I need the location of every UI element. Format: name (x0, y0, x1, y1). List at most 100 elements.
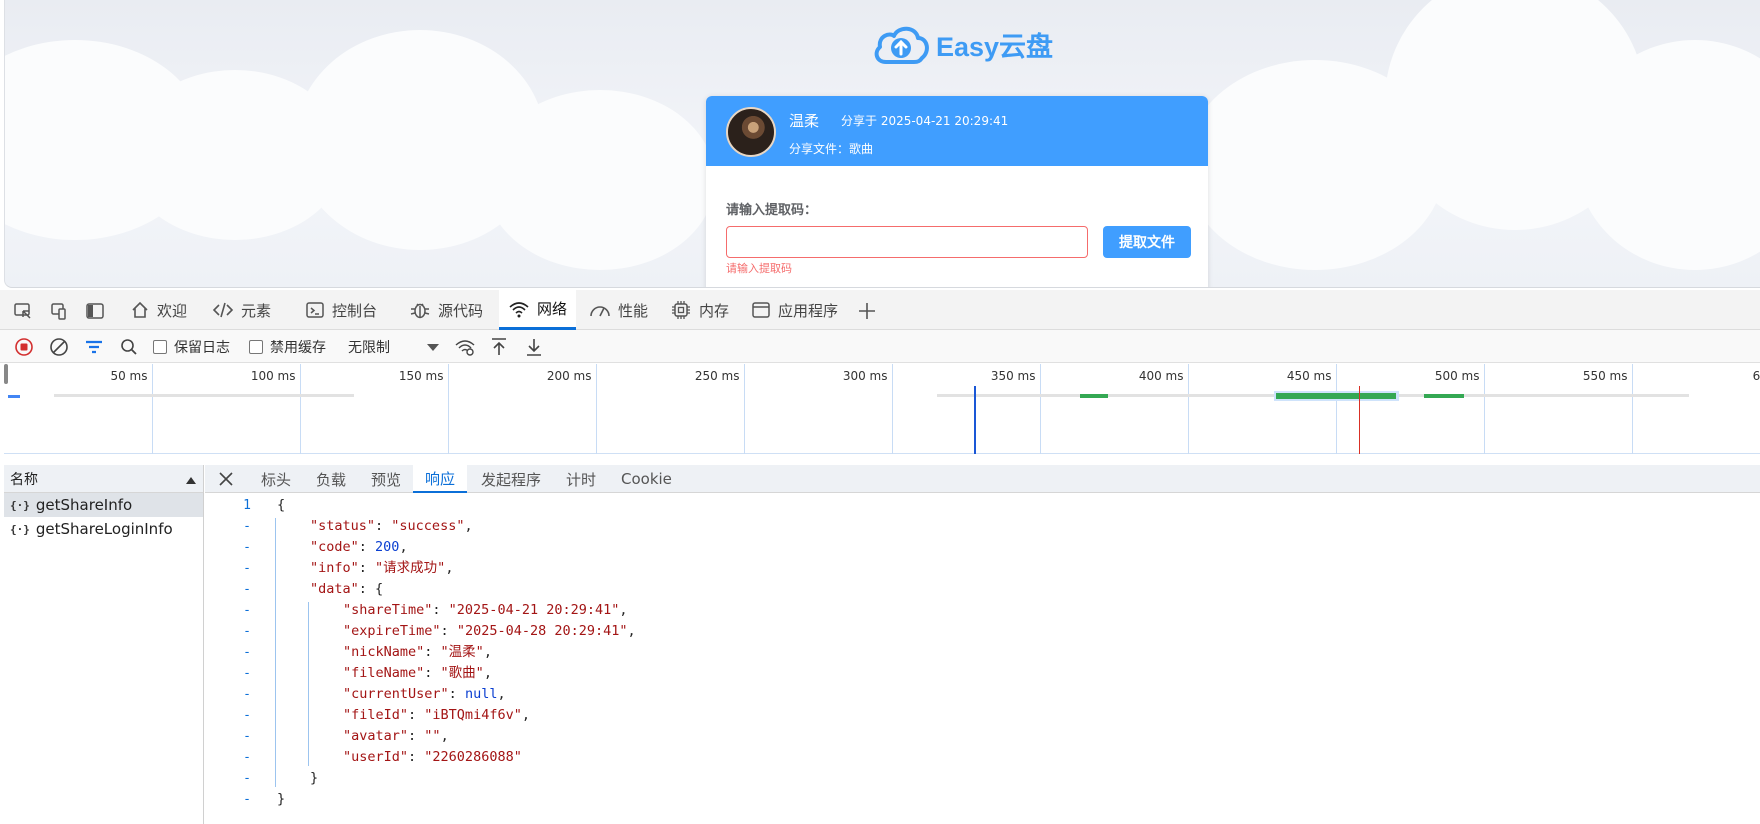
tab-cookie[interactable]: Cookie (609, 465, 684, 493)
request-name: getShareInfo (35, 496, 133, 514)
tab-welcome[interactable]: 欢迎 (121, 290, 196, 330)
line-number: - (243, 792, 251, 807)
line-content: "shareTime": "2025-04-21 20:29:41", (343, 602, 628, 618)
indent-guide (308, 602, 309, 766)
line-number: - (243, 666, 251, 681)
timeline-gridline (1631, 364, 1633, 454)
tab-console-label: 控制台 (332, 301, 378, 320)
network-overview-timeline[interactable]: 50 ms 100 ms 150 ms 200 ms 250 ms 300 ms 350 m… (4, 364, 1760, 454)
tab-timing[interactable]: 计时 (554, 465, 608, 493)
devtools-panel: 欢迎 元素 控制台 源代码 网络 性能 内存 应用程序 保留日志 禁用缓存 无限… (0, 290, 1760, 824)
preserve-log-label: 保留日志 (174, 340, 230, 356)
tab-console[interactable]: 控制台 (296, 290, 386, 330)
brand-name: Easy云盘 (936, 31, 1054, 62)
tab-headers[interactable]: 标头 (249, 465, 303, 493)
sort-up-icon[interactable] (185, 475, 197, 485)
filter-icon[interactable] (84, 336, 104, 358)
checkbox-box[interactable] (153, 340, 167, 354)
timeline-tick-label: 50 ms (110, 369, 148, 383)
network-conditions-icon[interactable] (454, 336, 476, 358)
timeline-tick-label: 200 ms (546, 369, 592, 383)
timeline-tick-label: 600 (1752, 369, 1760, 383)
extract-code-label: 请输入提取码： (726, 203, 818, 218)
line-number: 1 (243, 498, 251, 513)
xhr-icon: {·} (10, 522, 30, 536)
checkbox-box[interactable] (249, 340, 263, 354)
network-toolbar: 保留日志 禁用缓存 无限制 (0, 330, 1760, 363)
disable-cache-checkbox[interactable]: 禁用缓存 (249, 336, 326, 358)
tab-application-label: 应用程序 (778, 301, 839, 320)
close-icon[interactable] (217, 470, 235, 492)
chevron-down-icon[interactable] (426, 336, 440, 358)
request-bar (1424, 394, 1464, 398)
line-number: - (243, 729, 251, 744)
extract-code-input[interactable] (726, 226, 1088, 258)
gauge-icon (590, 306, 610, 317)
device-emulation-icon[interactable] (48, 300, 70, 322)
line-content: "avatar": "", (343, 728, 449, 744)
add-tab-icon[interactable] (856, 300, 878, 322)
request-row-getshareloginfo[interactable]: {·} getShareLoginInfo (4, 517, 203, 541)
line-number: - (243, 540, 251, 555)
overview-drag-handle[interactable] (4, 364, 8, 384)
name-column-header[interactable]: 名称 (4, 465, 203, 493)
tab-sources[interactable]: 源代码 (400, 290, 492, 330)
tab-performance[interactable]: 性能 (580, 290, 657, 330)
preserve-log-checkbox[interactable]: 保留日志 (153, 336, 230, 358)
timeline-tick-label: 400 ms (1138, 369, 1184, 383)
tab-memory[interactable]: 内存 (661, 290, 738, 330)
tab-response[interactable]: 响应 (413, 465, 468, 493)
request-name: getShareLoginInfo (35, 520, 173, 538)
detail-tabbar: 标头 负载 预览 响应 发起程序 计时 Cookie (205, 465, 1760, 493)
timeline-tick-label: 250 ms (694, 369, 740, 383)
window-icon (752, 302, 770, 318)
cloud-upload-icon (874, 26, 929, 64)
timeline-gridline (743, 364, 745, 454)
home-icon (132, 301, 148, 318)
avatar (726, 107, 776, 157)
bug-icon (410, 303, 430, 319)
timeline-gridline (1187, 364, 1189, 454)
request-bar (1276, 393, 1396, 399)
clear-icon[interactable] (49, 336, 69, 358)
inspect-icon[interactable] (12, 300, 34, 322)
record-stop-icon[interactable] (14, 336, 34, 358)
tab-memory-label: 内存 (699, 301, 730, 320)
timeline-tick-label: 100 ms (250, 369, 296, 383)
timeline-tick-label: 350 ms (990, 369, 1036, 383)
tab-elements[interactable]: 元素 (203, 290, 280, 330)
tab-initiator[interactable]: 发起程序 (469, 465, 553, 493)
throttle-select[interactable]: 无限制 (348, 336, 390, 358)
timeline-tick-label: 500 ms (1434, 369, 1480, 383)
tab-application[interactable]: 应用程序 (742, 290, 847, 330)
code-icon (212, 302, 234, 318)
line-content: { (277, 497, 286, 513)
timeline-gridline (151, 364, 153, 454)
console-icon (306, 302, 324, 318)
line-content: "currentUser": null, (343, 686, 506, 702)
tab-payload[interactable]: 负载 (304, 465, 358, 493)
timeline-gridline (595, 364, 597, 454)
request-row-getshareinfo[interactable]: {·} getShareInfo (4, 493, 203, 517)
brand-logo: Easy云盘 (872, 22, 1053, 66)
timeline-tick-label: 550 ms (1582, 369, 1628, 383)
export-har-icon[interactable] (525, 336, 543, 358)
name-column-label: 名称 (10, 471, 38, 488)
devtools-tabbar: 欢迎 元素 控制台 源代码 网络 性能 内存 应用程序 (0, 290, 1760, 330)
tab-welcome-label: 欢迎 (157, 301, 188, 320)
line-number: - (243, 687, 251, 702)
search-icon[interactable] (119, 336, 139, 358)
timeline-tick-label: 150 ms (398, 369, 444, 383)
line-number: - (243, 582, 251, 597)
tab-network[interactable]: 网络 (499, 290, 577, 330)
tab-preview[interactable]: 预览 (359, 465, 413, 493)
xhr-icon: {·} (10, 498, 30, 512)
dock-side-icon[interactable] (84, 300, 106, 322)
line-content: } (277, 791, 286, 807)
line-number: - (243, 519, 251, 534)
tab-network-label: 网络 (537, 300, 568, 318)
timeline-gridline (1039, 364, 1041, 454)
extract-file-button[interactable]: 提取文件 (1103, 226, 1191, 258)
import-har-icon[interactable] (490, 336, 508, 358)
line-content: "expireTime": "2025-04-28 20:29:41", (343, 623, 636, 639)
